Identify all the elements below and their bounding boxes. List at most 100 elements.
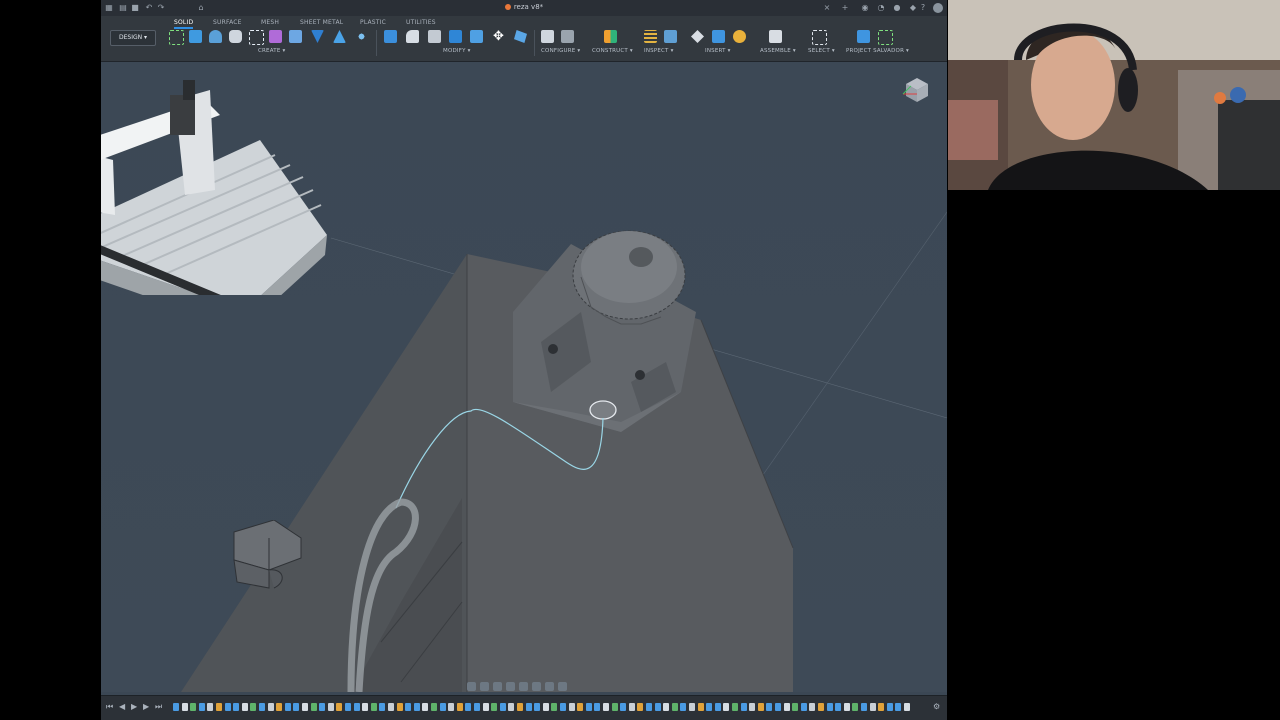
timeline-feature[interactable] xyxy=(302,703,308,711)
timeline-feature[interactable] xyxy=(370,703,377,711)
tab-solid[interactable]: SOLID xyxy=(174,19,194,29)
timeline-feature[interactable] xyxy=(534,703,541,711)
tab-surface[interactable]: SURFACE xyxy=(213,19,242,26)
timeline-feature[interactable] xyxy=(826,703,833,711)
timeline-feature[interactable] xyxy=(250,703,257,711)
new-tab-icon[interactable]: + xyxy=(841,4,849,12)
timeline-feature[interactable] xyxy=(405,703,412,711)
timeline-feature[interactable] xyxy=(542,703,549,711)
align-icon[interactable] xyxy=(514,30,527,43)
orbit-icon[interactable] xyxy=(467,682,476,691)
timeline-feature[interactable] xyxy=(603,703,609,711)
3d-viewport[interactable] xyxy=(101,62,947,693)
timeline-feature[interactable] xyxy=(482,703,489,711)
selected-hole[interactable] xyxy=(589,400,617,420)
select-group-label[interactable]: SELECT ▾ xyxy=(808,48,835,54)
timeline-feature[interactable] xyxy=(310,703,317,711)
timeline-feature[interactable] xyxy=(465,703,472,711)
timeline-feature[interactable] xyxy=(551,703,558,711)
step-forward-icon[interactable]: ▶ xyxy=(143,702,149,711)
tab-utilities[interactable]: UTILITIES xyxy=(406,19,436,26)
timeline-feature[interactable] xyxy=(525,703,532,711)
timeline-feature[interactable] xyxy=(637,703,644,711)
timeline-feature[interactable] xyxy=(448,703,455,711)
timeline-feature[interactable] xyxy=(775,703,781,711)
timeline-feature[interactable] xyxy=(379,703,386,711)
project-salvador-group-label[interactable]: PROJECT SALVADOR ▾ xyxy=(846,48,909,54)
select-icon[interactable] xyxy=(812,30,827,45)
timeline-feature[interactable] xyxy=(568,703,575,711)
timeline-feature[interactable] xyxy=(680,703,687,711)
shell-icon[interactable] xyxy=(449,30,462,43)
timeline-feature[interactable] xyxy=(663,703,670,711)
timeline-feature[interactable] xyxy=(388,703,394,711)
timeline-feature[interactable] xyxy=(732,703,738,711)
press-pull-icon[interactable] xyxy=(384,30,397,43)
timeline-feature[interactable] xyxy=(413,703,420,711)
display-settings-icon[interactable] xyxy=(532,682,541,691)
notifications-icon[interactable]: ◆ xyxy=(909,4,917,12)
timeline-feature[interactable] xyxy=(878,703,885,711)
jobs-icon[interactable]: ● xyxy=(893,4,901,12)
revolve-icon[interactable] xyxy=(229,30,242,43)
timeline-feature[interactable] xyxy=(319,703,326,711)
combine-icon[interactable] xyxy=(470,30,483,43)
timeline-feature[interactable] xyxy=(293,703,300,711)
timeline-feature[interactable] xyxy=(869,703,876,711)
user-avatar[interactable] xyxy=(933,3,943,13)
timeline-feature[interactable] xyxy=(783,703,790,711)
timeline-feature[interactable] xyxy=(818,703,824,711)
help-icon[interactable]: ? xyxy=(919,4,927,12)
timeline-feature[interactable] xyxy=(362,703,369,711)
fillet-icon[interactable] xyxy=(406,30,419,43)
timeline-feature[interactable] xyxy=(508,703,515,711)
project-salvador-export-icon[interactable] xyxy=(878,30,893,45)
form-icon[interactable] xyxy=(269,30,282,43)
pyramid-icon[interactable] xyxy=(333,30,346,43)
timeline-feature[interactable] xyxy=(560,703,566,711)
extrude-icon[interactable] xyxy=(209,30,222,43)
timeline-feature[interactable] xyxy=(749,703,756,711)
timeline-feature[interactable] xyxy=(233,703,240,711)
timeline-feature[interactable] xyxy=(396,703,403,711)
create-sketch-icon[interactable] xyxy=(189,30,202,43)
timeline-feature[interactable] xyxy=(499,703,506,711)
move-icon[interactable]: ✥ xyxy=(492,30,505,43)
tab-sheet-metal[interactable]: SHEET METAL xyxy=(300,19,343,26)
timeline-feature[interactable] xyxy=(852,703,859,711)
tab-mesh[interactable]: MESH xyxy=(261,19,279,26)
pan-icon[interactable] xyxy=(493,682,502,691)
timeline-feature[interactable] xyxy=(628,703,635,711)
fit-icon[interactable] xyxy=(519,682,528,691)
timeline-feature[interactable] xyxy=(646,703,652,711)
insert-mcmaster-icon[interactable] xyxy=(733,30,746,43)
timeline-feature[interactable] xyxy=(491,703,498,711)
timeline-feature[interactable] xyxy=(431,703,437,711)
view-cube[interactable] xyxy=(901,74,931,104)
pattern-icon[interactable] xyxy=(355,30,368,43)
timeline-feature[interactable] xyxy=(241,703,248,711)
play-icon[interactable]: ▶ xyxy=(131,702,137,711)
timeline-feature[interactable] xyxy=(517,703,523,711)
timeline-feature[interactable] xyxy=(190,703,197,711)
timeline-feature[interactable] xyxy=(809,703,816,711)
timeline-feature[interactable] xyxy=(697,703,704,711)
timeline-feature[interactable] xyxy=(714,703,721,711)
timeline-feature[interactable] xyxy=(594,703,601,711)
timeline-feature[interactable] xyxy=(207,703,214,711)
configure-table-icon[interactable] xyxy=(541,30,554,43)
construct-group-label[interactable]: CONSTRUCT ▾ xyxy=(592,48,633,54)
timeline-feature[interactable] xyxy=(843,703,850,711)
project-salvador-icon[interactable] xyxy=(857,30,870,43)
step-back-icon[interactable]: ◀ xyxy=(119,702,125,711)
document-tab[interactable]: reza v8* xyxy=(101,3,947,11)
timeline-feature[interactable] xyxy=(456,703,463,711)
online-status-icon[interactable]: ◔ xyxy=(877,4,885,12)
insert-derive-icon[interactable] xyxy=(691,30,704,43)
timeline-feature[interactable] xyxy=(198,703,205,711)
timeline-feature[interactable] xyxy=(620,703,627,711)
extensions-icon[interactable]: ◉ xyxy=(861,4,869,12)
skip-end-icon[interactable]: ⏭ xyxy=(155,702,162,712)
insert-group-label[interactable]: INSERT ▾ xyxy=(705,48,731,54)
offset-plane-icon[interactable] xyxy=(604,30,617,43)
